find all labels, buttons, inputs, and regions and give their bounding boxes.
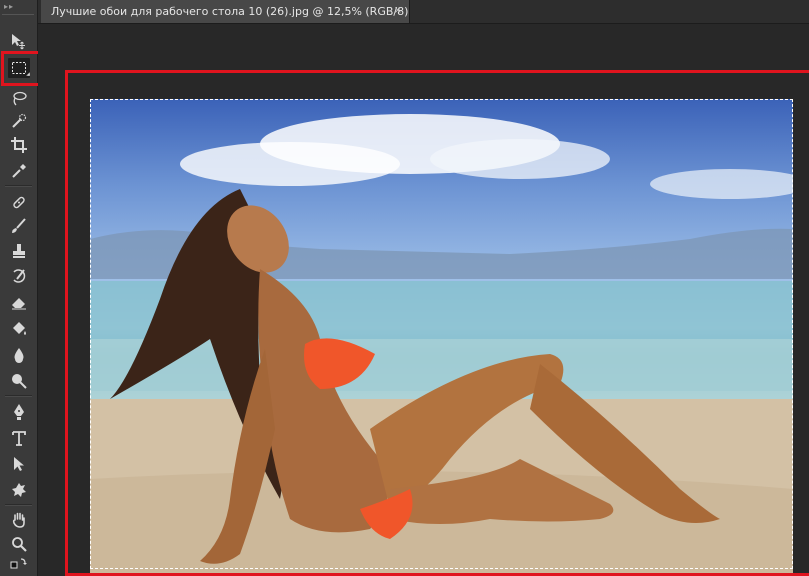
eyedropper-tool-icon <box>12 164 26 178</box>
history-brush-tool[interactable] <box>8 266 30 286</box>
toolbar-separator <box>5 504 32 506</box>
history-brush-tool-icon <box>13 269 26 283</box>
pen-tool-icon <box>14 404 24 420</box>
hand-tool[interactable] <box>8 510 30 530</box>
tools-panel: ▸▸ <box>0 0 45 576</box>
move-tool-icon <box>12 34 25 50</box>
spot-healing-brush-tool[interactable] <box>8 192 30 212</box>
panel-collapse-grip[interactable]: ▸▸ <box>4 3 32 11</box>
spot-healing-brush-tool-icon <box>13 196 25 209</box>
hand-tool-icon <box>12 512 25 528</box>
eraser-tool-icon <box>12 298 26 310</box>
lasso-tool[interactable] <box>8 89 30 109</box>
close-icon[interactable]: × <box>394 5 402 16</box>
path-selection-tool-icon <box>14 457 24 471</box>
blur-tool-icon <box>14 348 24 363</box>
eraser-tool[interactable] <box>8 292 30 312</box>
dodge-tool-icon <box>12 374 27 389</box>
document-tab-bar: Лучшие обои для рабочего стола 10 (26).j… <box>38 0 809 24</box>
eyedropper-tool[interactable] <box>8 161 30 181</box>
quick-selection-tool-icon <box>12 113 27 128</box>
type-tool[interactable] <box>8 428 30 448</box>
path-selection-tool[interactable] <box>8 454 30 474</box>
toolbar-separator <box>5 395 32 397</box>
swap-colors-icon <box>10 558 27 569</box>
paint-bucket-tool[interactable] <box>8 319 30 339</box>
brush-tool-icon <box>12 218 26 233</box>
dodge-tool[interactable] <box>8 371 30 391</box>
lasso-tool-icon <box>13 91 27 106</box>
panel-divider <box>2 14 34 15</box>
quick-selection-tool[interactable] <box>8 111 30 131</box>
clone-stamp-tool-icon <box>13 244 25 258</box>
move-tool[interactable] <box>8 31 30 51</box>
color-swatches[interactable] <box>8 557 30 573</box>
pen-tool[interactable] <box>8 402 30 422</box>
brush-tool[interactable] <box>8 216 30 236</box>
document-tab-title: Лучшие обои для рабочего стола 10 (26).j… <box>51 5 409 18</box>
type-tool-icon <box>12 431 26 446</box>
crop-tool-icon <box>11 137 27 153</box>
custom-shape-tool-icon <box>12 483 26 497</box>
toolbar-separator <box>5 185 32 187</box>
paint-bucket-tool-icon <box>13 322 26 335</box>
document-tab[interactable]: Лучшие обои для рабочего стола 10 (26).j… <box>41 0 410 23</box>
blur-tool[interactable] <box>8 345 30 365</box>
crop-tool[interactable] <box>8 135 30 155</box>
clone-stamp-tool[interactable] <box>8 241 30 261</box>
custom-shape-tool[interactable] <box>8 480 30 500</box>
document-highlight-frame <box>65 70 809 576</box>
zoom-tool-icon <box>12 537 27 552</box>
zoom-tool[interactable] <box>8 534 30 554</box>
